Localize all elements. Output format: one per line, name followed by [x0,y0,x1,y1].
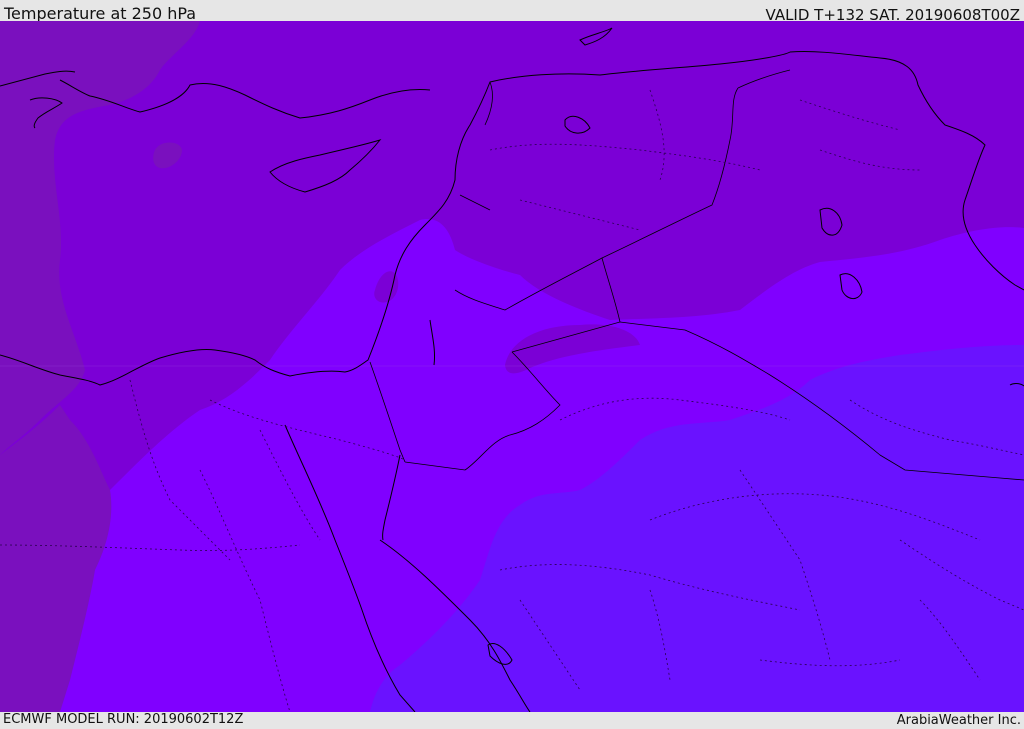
temperature-map[interactable] [0,21,1024,712]
model-run-label: ECMWF MODEL RUN: 20190602T12Z [3,712,244,727]
map-canvas [0,21,1024,712]
credit-label: ArabiaWeather Inc. [896,713,1021,728]
